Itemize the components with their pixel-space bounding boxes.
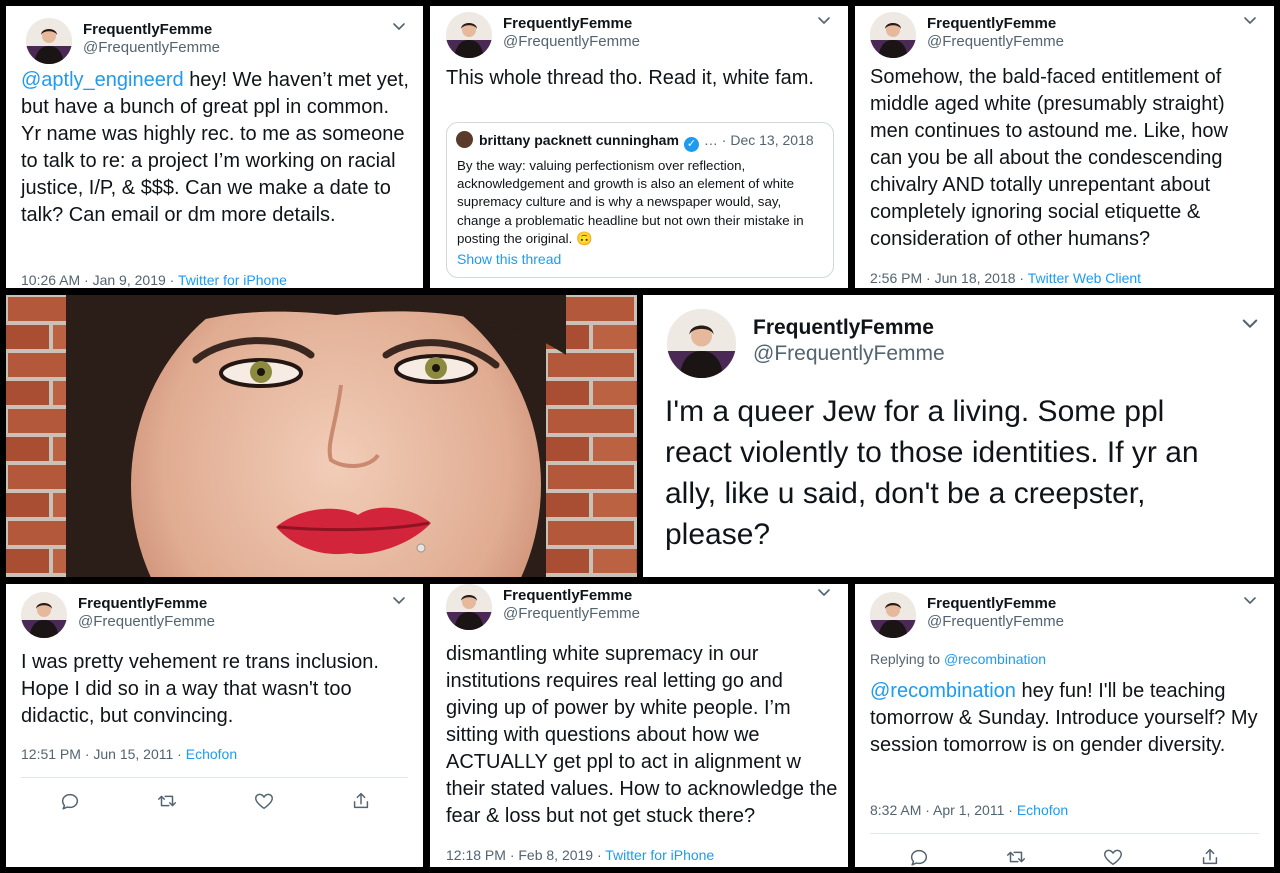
share-icon[interactable] [1199,846,1221,867]
divider [870,833,1259,834]
display-name[interactable]: FrequentlyFemme [753,315,945,341]
tweet-header: FrequentlyFemme @FrequentlyFemme [667,309,1260,379]
chevron-down-icon[interactable] [391,592,407,608]
tweet-text: dismantling white supremacy in our insti… [446,643,838,827]
tweet-meta: 12:18 PM · Feb 8, 2019 · Twitter for iPh… [446,846,714,864]
handle[interactable]: @FrequentlyFemme [503,605,640,623]
action-bar [21,790,408,814]
timestamp[interactable]: 8:32 AM · Apr 1, 2011 · [870,802,1017,818]
tweet-card-1[interactable]: FrequentlyFemme @FrequentlyFemme @aptly_… [6,6,423,288]
tweet-text: Somehow, the bald-faced entitlement of m… [870,66,1228,250]
tweet-text: @recombination hey fun! I'll be teaching… [870,680,1258,756]
avatar[interactable] [21,592,67,638]
tweet-header: FrequentlyFemme @FrequentlyFemme [870,12,1258,60]
handle[interactable]: @FrequentlyFemme [503,33,640,51]
retweet-icon[interactable] [156,790,178,812]
tweet-meta: 12:51 PM · Jun 15, 2011 · Echofon [21,745,237,763]
like-icon[interactable] [1102,846,1124,867]
source-link[interactable]: Twitter for iPhone [178,272,287,288]
avatar[interactable] [870,592,916,638]
source-link[interactable]: Twitter for iPhone [605,847,714,863]
handle[interactable]: @FrequentlyFemme [83,39,220,57]
display-name[interactable]: FrequentlyFemme [78,595,215,613]
handle[interactable]: @FrequentlyFemme [927,613,1064,631]
tweet-card-7[interactable]: FrequentlyFemme @FrequentlyFemme Replyin… [855,584,1274,867]
reply-icon[interactable] [59,790,81,812]
timestamp[interactable]: 2:56 PM · Jun 18, 2018 · [870,270,1028,286]
timestamp[interactable]: 10:26 AM · Jan 9, 2019 · [21,272,178,288]
avatar[interactable] [870,12,916,58]
chevron-down-icon[interactable] [816,12,832,28]
quoted-author[interactable]: brittany packnett cunningham [479,132,679,148]
display-name[interactable]: FrequentlyFemme [927,595,1064,613]
replying-to: Replying to @recombination [870,651,1047,667]
chevron-down-icon[interactable] [816,584,832,600]
tweet-meta: 2:56 PM · Jun 18, 2018 · Twitter Web Cli… [870,269,1141,287]
timestamp[interactable]: 12:18 PM · Feb 8, 2019 · [446,847,605,863]
avatar[interactable] [667,309,736,378]
tweet-header: FrequentlyFemme @FrequentlyFemme [26,18,407,66]
handle[interactable]: @FrequentlyFemme [753,341,945,367]
chevron-down-icon[interactable] [1242,12,1258,28]
display-name[interactable]: FrequentlyFemme [83,21,220,39]
tweet-meta: 8:32 AM · Apr 1, 2011 · Echofon [870,801,1068,819]
source-link[interactable]: Echofon [186,746,237,762]
tweet-card-6[interactable]: FrequentlyFemme @FrequentlyFemme dismant… [430,584,848,867]
tweet-card-5[interactable]: FrequentlyFemme @FrequentlyFemme I was p… [6,584,423,867]
tweet-header: FrequentlyFemme @FrequentlyFemme [446,12,832,60]
tweet-header: FrequentlyFemme @FrequentlyFemme [446,584,832,632]
portrait-image [6,295,637,577]
tweet-text: @aptly_engineerd hey! We haven’t met yet… [21,69,409,226]
avatar[interactable] [26,18,72,64]
tweet-text: I was pretty vehement re trans inclusion… [21,651,379,727]
tweet-meta: 10:26 AM · Jan 9, 2019 · Twitter for iPh… [21,271,287,288]
timestamp[interactable]: 12:51 PM · Jun 15, 2011 · [21,746,186,762]
display-name[interactable]: FrequentlyFemme [503,587,640,605]
mention-link[interactable]: @aptly_engineerd [21,69,184,91]
chevron-down-icon[interactable] [1240,313,1260,333]
quoted-date: … · Dec 13, 2018 [703,132,814,148]
tweet-card-4[interactable]: FrequentlyFemme @FrequentlyFemme I'm a q… [643,295,1274,577]
action-bar [870,846,1259,867]
mention-link[interactable]: @recombination [870,680,1016,702]
show-thread-link[interactable]: Show this thread [457,251,561,267]
handle[interactable]: @FrequentlyFemme [78,613,215,631]
source-link[interactable]: Echofon [1017,802,1068,818]
like-icon[interactable] [253,790,275,812]
tweet-text: This whole thread tho. Read it, white fa… [446,67,814,89]
author[interactable]: FrequentlyFemme @FrequentlyFemme [503,587,640,623]
display-name[interactable]: FrequentlyFemme [927,15,1064,33]
tweet-card-3[interactable]: FrequentlyFemme @FrequentlyFemme Somehow… [855,6,1274,288]
tweet-header: FrequentlyFemme @FrequentlyFemme [870,592,1258,640]
replying-to-link[interactable]: @recombination [944,651,1046,667]
author[interactable]: FrequentlyFemme @FrequentlyFemme [927,15,1064,51]
author[interactable]: FrequentlyFemme @FrequentlyFemme [927,595,1064,631]
quoted-text: By the way: valuing perfectionism over r… [457,158,804,246]
chevron-down-icon[interactable] [391,18,407,34]
chevron-down-icon[interactable] [1242,592,1258,608]
share-icon[interactable] [350,790,372,812]
quoted-tweet[interactable]: brittany packnett cunningham ✓ … · Dec 13,… [446,122,834,278]
author[interactable]: FrequentlyFemme @FrequentlyFemme [78,595,215,631]
author[interactable]: FrequentlyFemme @FrequentlyFemme [83,21,220,57]
author[interactable]: FrequentlyFemme @FrequentlyFemme [753,315,945,367]
avatar[interactable] [446,584,492,630]
tweet-card-2[interactable]: FrequentlyFemme @FrequentlyFemme This wh… [430,6,848,288]
quoted-avatar [456,131,473,148]
divider [21,777,408,778]
author[interactable]: FrequentlyFemme @FrequentlyFemme [503,15,640,51]
reply-icon[interactable] [908,846,930,867]
tweet-text: I'm a queer Jew for a living. Some ppl r… [665,395,1199,551]
source-link[interactable]: Twitter Web Client [1028,270,1141,286]
avatar[interactable] [446,12,492,58]
verified-badge-icon: ✓ [683,137,699,152]
tweet-header: FrequentlyFemme @FrequentlyFemme [21,592,407,640]
display-name[interactable]: FrequentlyFemme [503,15,640,33]
quoted-tweet-header: brittany packnett cunningham ✓ … · Dec 13,… [456,131,814,152]
portrait-photo [6,295,637,577]
handle[interactable]: @FrequentlyFemme [927,33,1064,51]
retweet-icon[interactable] [1005,846,1027,867]
